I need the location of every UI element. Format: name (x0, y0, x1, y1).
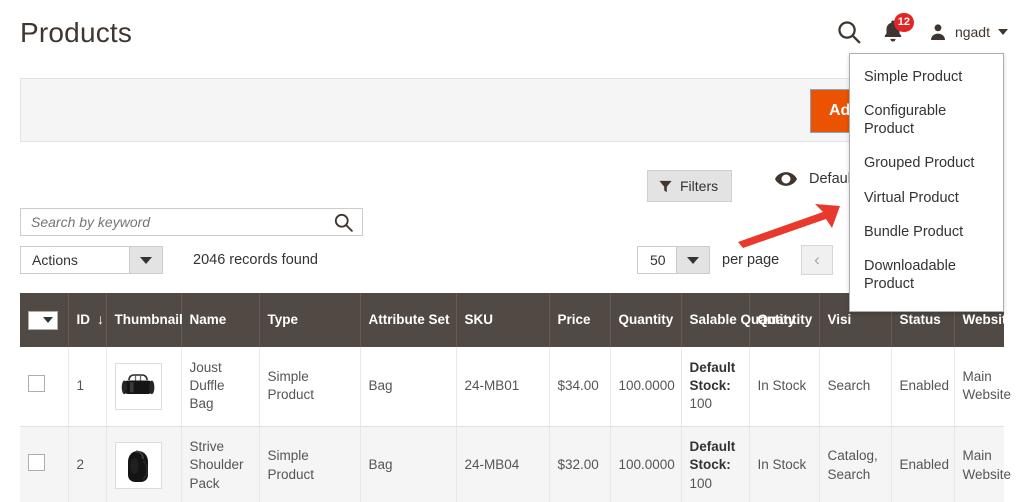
menu-item-virtual-product[interactable]: Virtual Product (850, 181, 1003, 215)
cell-quantity: 100.0000 (610, 347, 681, 426)
cell-attribute-set: Bag (360, 426, 456, 502)
column-header-thumbnail[interactable]: Thumbnail (106, 293, 181, 347)
cell-id: 2 (68, 426, 106, 502)
cell-thumbnail (106, 347, 181, 426)
cell-websites: Main Website (954, 347, 1004, 426)
cell-status: Enabled (891, 347, 954, 426)
column-header-salable-quantity[interactable]: Salable Quantity (681, 293, 749, 347)
cell-sku: 24-MB01 (456, 347, 549, 426)
per-page-value: 50 (638, 247, 676, 273)
pagination-previous-button[interactable]: ‹ (801, 245, 833, 275)
joust-duffle-bag-thumbnail (115, 363, 162, 410)
duffle-bag-image (118, 370, 158, 402)
shoulder-pack-image (121, 447, 155, 485)
filters-button[interactable]: Filters (647, 170, 732, 202)
cell-name: Joust Duffle Bag (181, 347, 259, 426)
funnel-icon (659, 180, 672, 193)
search-input[interactable] (21, 209, 321, 235)
filters-label: Filters (680, 178, 718, 194)
records-found-label: 2046 records found (193, 252, 318, 268)
chevron-down-icon (687, 257, 699, 264)
row-checkbox[interactable] (28, 375, 45, 392)
strive-shoulder-pack-thumbnail (115, 442, 162, 489)
page-title: Products (20, 17, 132, 49)
column-header-mass-select (20, 293, 68, 347)
cell-quantity-status: In Stock (749, 347, 819, 426)
keyword-search-box (20, 208, 363, 236)
column-header-attribute-set[interactable]: Attribute Set (360, 293, 456, 347)
add-product-menu: Simple Product Configurable Product Grou… (849, 53, 1004, 312)
menu-item-grouped-product[interactable]: Grouped Product (850, 146, 1003, 180)
cell-name: Strive Shoulder Pack (181, 426, 259, 502)
user-menu-button[interactable]: ngadt (928, 22, 1008, 42)
cell-type: Simple Product (259, 426, 360, 502)
cell-visibility: Search (819, 347, 891, 426)
cell-salable-quantity: Default Stock: 100 (681, 426, 749, 502)
column-header-quantity-status[interactable]: Quantity (749, 293, 819, 347)
search-icon[interactable] (836, 19, 862, 45)
row-checkbox[interactable] (28, 454, 45, 471)
cell-sku: 24-MB04 (456, 426, 549, 502)
products-data-grid: ID↓ Thumbnail Name Type Attribute Set SK… (20, 293, 1004, 502)
cell-attribute-set: Bag (360, 347, 456, 426)
per-page-toggle[interactable] (676, 247, 709, 273)
row-select-cell (20, 426, 68, 502)
actions-select-toggle[interactable] (129, 247, 162, 273)
actions-select[interactable]: Actions (20, 246, 163, 274)
notifications-bell-button[interactable]: 12 (880, 18, 910, 46)
user-name-label: ngadt (955, 24, 990, 40)
menu-item-bundle-product[interactable]: Bundle Product (850, 215, 1003, 249)
cell-quantity: 100.0000 (610, 426, 681, 502)
cell-quantity-status: In Stock (749, 426, 819, 502)
cell-thumbnail (106, 426, 181, 502)
sort-descending-icon: ↓ (90, 311, 104, 327)
column-label-id: ID (77, 312, 91, 327)
menu-item-configurable-product[interactable]: Configurable Product (850, 94, 1003, 146)
chevron-down-icon (140, 257, 152, 264)
salable-stock-label: Default Stock: (690, 359, 741, 395)
cell-id: 1 (68, 347, 106, 426)
products-grid-page: Products 12 (0, 0, 1024, 502)
column-header-id[interactable]: ID↓ (68, 293, 106, 347)
eye-icon (775, 172, 797, 186)
user-avatar-icon (928, 22, 948, 42)
cell-websites: Main Website (954, 426, 1004, 502)
table-row[interactable]: 2 Strive Shoulder Pack Simple Prod (20, 426, 1004, 502)
column-header-name[interactable]: Name (181, 293, 259, 347)
cell-price: $34.00 (549, 347, 610, 426)
column-header-price[interactable]: Price (549, 293, 610, 347)
column-header-sku[interactable]: SKU (456, 293, 549, 347)
cell-status: Enabled (891, 426, 954, 502)
notification-count-badge: 12 (894, 13, 914, 32)
chevron-down-icon (998, 29, 1008, 35)
chevron-down-icon (43, 317, 53, 323)
cell-type: Simple Product (259, 347, 360, 426)
per-page-label: per page (722, 252, 779, 268)
actions-select-label: Actions (21, 247, 129, 273)
row-select-cell (20, 347, 68, 426)
column-header-type[interactable]: Type (259, 293, 360, 347)
header-actions: 12 ngadt (836, 18, 1008, 46)
cell-price: $32.00 (549, 426, 610, 502)
menu-item-simple-product[interactable]: Simple Product (850, 60, 1003, 94)
salable-stock-value: 100 (690, 395, 741, 413)
bell-icon: 12 (880, 18, 910, 46)
per-page-select[interactable]: 50 (637, 246, 710, 274)
search-icon[interactable] (333, 212, 354, 233)
cell-visibility: Catalog, Search (819, 426, 891, 502)
column-header-quantity[interactable]: Quantity (610, 293, 681, 347)
salable-stock-value: 100 (690, 475, 741, 493)
salable-stock-label: Default Stock: (690, 438, 741, 474)
table-row[interactable]: 1 Joust Du (20, 347, 1004, 426)
mass-select-dropdown[interactable] (28, 311, 58, 330)
cell-salable-quantity: Default Stock: 100 (681, 347, 749, 426)
menu-item-downloadable-product[interactable]: Downloadable Product (850, 249, 1003, 301)
